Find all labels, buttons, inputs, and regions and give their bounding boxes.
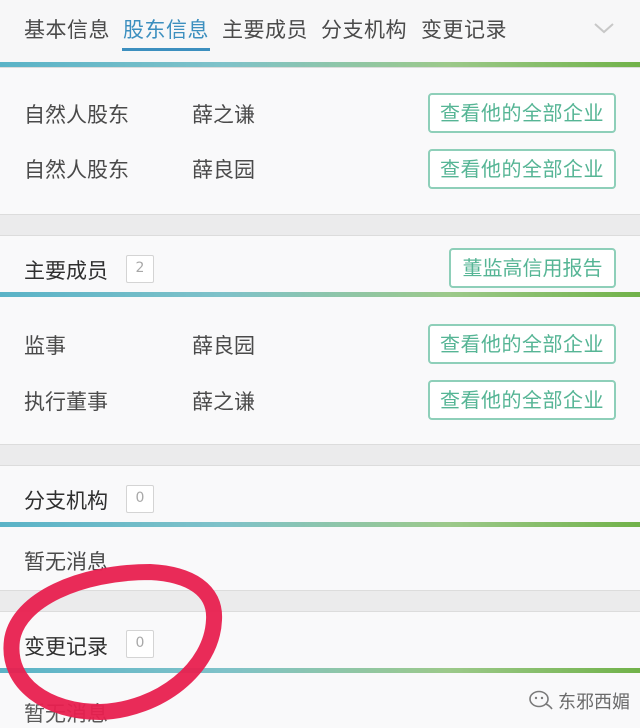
section-divider	[0, 522, 640, 527]
shareholder-name: 薛良园	[192, 158, 255, 182]
view-all-companies-button[interactable]: 查看他的全部企业	[428, 380, 616, 420]
tab-shareholder-info[interactable]: 股东信息	[123, 14, 209, 44]
watermark-text: 东邪西媚	[558, 692, 630, 713]
section-divider	[0, 292, 640, 297]
tab-basic-info[interactable]: 基本信息	[24, 14, 110, 44]
empty-state-text: 暂无消息	[24, 550, 108, 574]
shareholder-type-label: 自然人股东	[24, 103, 129, 127]
member-role-label: 执行董事	[24, 390, 108, 414]
section-title-change-records: 变更记录	[24, 635, 108, 659]
shareholder-type-label: 自然人股东	[24, 158, 129, 182]
view-all-companies-button[interactable]: 查看他的全部企业	[428, 149, 616, 189]
chevron-down-icon[interactable]	[593, 20, 615, 36]
member-role-label: 监事	[24, 334, 66, 358]
view-all-companies-button[interactable]: 查看他的全部企业	[428, 93, 616, 133]
member-name: 薛良园	[192, 334, 255, 358]
empty-state-text: 暂无消息	[24, 702, 108, 726]
active-tab-indicator	[122, 48, 210, 51]
watermark: 东邪西媚	[528, 682, 638, 722]
shareholders-card: 自然人股东 薛之谦 查看他的全部企业 自然人股东 薛良园 查看他的全部企业	[0, 67, 640, 215]
view-all-companies-button[interactable]: 查看他的全部企业	[428, 324, 616, 364]
section-title-branches: 分支机构	[24, 489, 108, 513]
count-badge: 2	[126, 255, 154, 283]
credit-report-button[interactable]: 董监高信用报告	[449, 248, 616, 288]
tab-bar: 基本信息 股东信息 主要成员 分支机构 变更记录	[0, 0, 640, 64]
count-badge: 0	[126, 485, 154, 513]
wechat-official-account-icon	[529, 690, 553, 710]
tab-key-members[interactable]: 主要成员	[222, 14, 308, 44]
member-name: 薛之谦	[192, 390, 255, 414]
count-badge: 0	[126, 630, 154, 658]
section-divider	[0, 668, 640, 673]
tab-change-records[interactable]: 变更记录	[421, 14, 507, 44]
shareholder-name: 薛之谦	[192, 103, 255, 127]
tab-branches[interactable]: 分支机构	[321, 14, 407, 44]
section-title-key-members: 主要成员	[24, 259, 108, 283]
